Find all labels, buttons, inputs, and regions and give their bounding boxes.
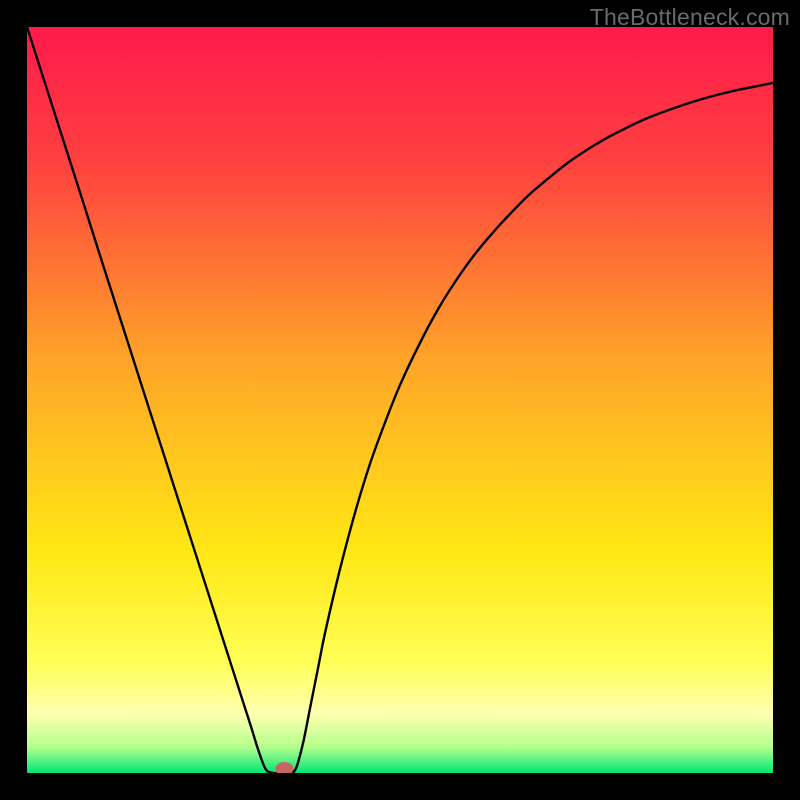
watermark-text: TheBottleneck.com [590, 4, 790, 31]
bottleneck-chart [27, 27, 773, 773]
chart-frame: TheBottleneck.com [0, 0, 800, 800]
gradient-background [27, 27, 773, 773]
plot-area [27, 27, 773, 773]
